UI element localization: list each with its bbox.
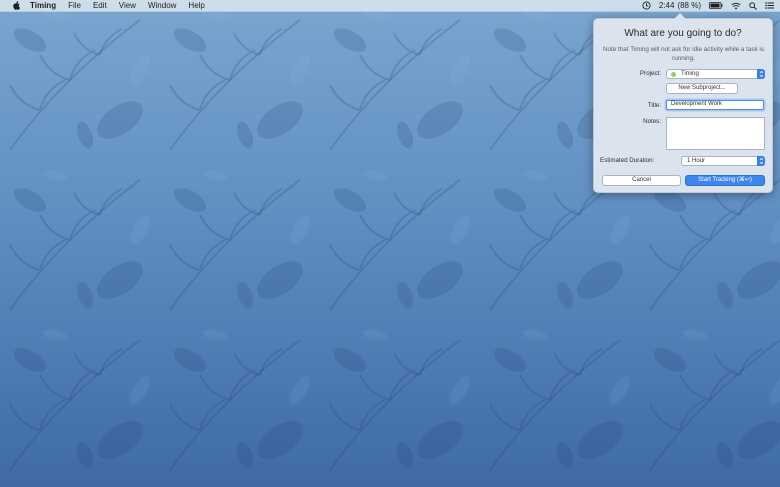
menu-window[interactable]: Window bbox=[148, 0, 176, 11]
battery-text[interactable]: (88 %) bbox=[677, 1, 701, 10]
menu-help[interactable]: Help bbox=[188, 0, 204, 11]
status-area: 2:44 (88 %) bbox=[634, 0, 774, 11]
cancel-button[interactable]: Cancel bbox=[602, 175, 681, 186]
chevron-updown-icon bbox=[757, 156, 765, 166]
wifi-icon[interactable] bbox=[731, 2, 741, 10]
menu-app-name[interactable]: Timing bbox=[30, 0, 56, 11]
notes-label: Notes: bbox=[643, 118, 661, 125]
search-icon[interactable] bbox=[749, 1, 757, 10]
project-color-dot bbox=[671, 71, 676, 77]
menu-edit[interactable]: Edit bbox=[93, 0, 107, 11]
menu-file[interactable]: File bbox=[68, 0, 81, 11]
project-popup[interactable]: Timing bbox=[666, 69, 765, 79]
popover-arrow bbox=[674, 13, 686, 19]
title-field[interactable]: Development Work bbox=[666, 100, 764, 110]
dialog-title: What are you going to do? bbox=[624, 28, 742, 39]
chevron-updown-icon bbox=[757, 69, 765, 79]
duration-label: Estimated Duration: bbox=[600, 157, 655, 164]
project-label: Project: bbox=[640, 70, 661, 77]
start-tracking-button[interactable]: Start Tracking (⌘↩) bbox=[685, 175, 765, 186]
notification-center-icon[interactable] bbox=[765, 2, 774, 9]
start-task-popover: What are you going to do? Note that Timi… bbox=[593, 13, 773, 193]
timing-status-icon[interactable] bbox=[642, 1, 651, 10]
new-subproject-button[interactable]: New Subproject... bbox=[666, 83, 738, 94]
project-value: Timing bbox=[681, 71, 699, 77]
dialog-note: Note that Timing will not ask for idle a… bbox=[603, 46, 764, 62]
duration-popup[interactable]: 1 Hour bbox=[681, 156, 765, 166]
duration-value: 1 Hour bbox=[687, 158, 706, 164]
battery-icon[interactable] bbox=[709, 2, 723, 9]
clock-text[interactable]: 2:44 bbox=[659, 1, 675, 10]
menu-view[interactable]: View bbox=[119, 0, 136, 11]
apple-menu-icon[interactable] bbox=[11, 1, 20, 11]
title-label: Title: bbox=[647, 102, 661, 109]
menu-bar: Timing File Edit View Window Help 2:44 (… bbox=[0, 0, 780, 12]
notes-field[interactable] bbox=[666, 117, 765, 150]
